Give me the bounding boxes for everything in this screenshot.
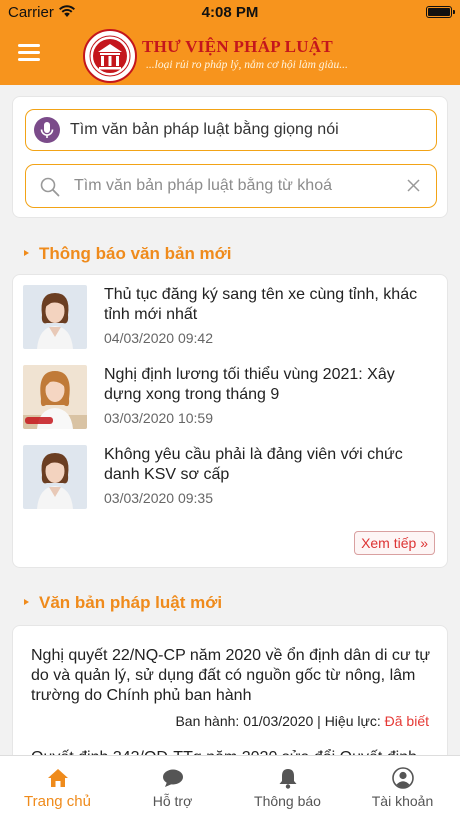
voice-search-label: Tìm văn bản pháp luật bằng giọng nói	[70, 121, 339, 138]
tab-home-label: Trang chủ	[24, 793, 91, 810]
document-title[interactable]: Nghị quyết 22/NQ-CP năm 2020 về ổn định …	[31, 646, 435, 706]
news-item-time: 04/03/2020 09:42	[104, 330, 213, 346]
microphone-icon	[34, 117, 60, 143]
tab-home[interactable]: Trang chủ	[0, 756, 115, 818]
tab-account[interactable]: Tài khoản	[345, 756, 460, 818]
home-icon	[48, 769, 68, 787]
keyword-search-box[interactable]	[25, 164, 437, 208]
search-card: Tìm văn bản pháp luật bằng giọng nói	[12, 96, 448, 218]
news-item-time: 03/03/2020 09:35	[104, 490, 213, 506]
documents-card: Nghị quyết 22/NQ-CP năm 2020 về ổn định …	[12, 625, 448, 775]
meta-separator: |	[313, 713, 325, 729]
news-thumbnail	[23, 285, 87, 349]
news-thumbnail	[23, 365, 87, 429]
battery-icon	[426, 6, 455, 18]
document-issued-date: Ban hành: 01/03/2020	[175, 713, 314, 729]
bottom-tab-bar: Trang chủ Hỗ trợ Thông báo Tài khoản	[0, 755, 460, 818]
brand-title: THƯ VIỆN PHÁP LUẬT	[142, 37, 334, 56]
bullet-triangle-icon	[24, 249, 29, 256]
clear-icon[interactable]	[407, 179, 420, 192]
bell-icon	[279, 769, 297, 789]
news-item[interactable]: Thủ tục đăng ký sang tên xe cùng tỉnh, k…	[13, 285, 449, 355]
status-time: 4:08 PM	[201, 4, 259, 21]
voice-search-button[interactable]: Tìm văn bản pháp luật bằng giọng nói	[25, 109, 437, 151]
tab-notifications-label: Thông báo	[254, 793, 321, 809]
news-section-title: Thông báo văn bản mới	[24, 244, 231, 264]
news-item-time: 03/03/2020 10:59	[104, 410, 213, 426]
brand-slogan: ...loại rủi ro pháp lý, nắm cơ hội làm g…	[146, 59, 348, 71]
news-item[interactable]: Không yêu cầu phải là đảng viên với chức…	[13, 445, 449, 515]
news-item-title: Thủ tục đăng ký sang tên xe cùng tỉnh, k…	[104, 286, 418, 323]
user-icon	[392, 767, 414, 789]
news-card: Thủ tục đăng ký sang tên xe cùng tỉnh, k…	[12, 274, 448, 568]
hamburger-menu-button[interactable]	[18, 42, 44, 64]
document-effect-status: Đã biết	[384, 713, 429, 729]
search-icon	[40, 177, 60, 197]
tab-support[interactable]: Hỗ trợ	[115, 756, 230, 818]
news-item-title: Nghị định lương tối thiểu vùng 2021: Xây…	[104, 366, 395, 403]
app-header: Carrier 4:08 PM THƯ VIỆN PHÁP LUẬT ...lo…	[0, 0, 460, 85]
bullet-triangle-icon	[24, 598, 29, 605]
document-effect-label: Hiệu lực:	[324, 713, 385, 729]
chat-bubble-icon	[163, 769, 183, 787]
view-more-button[interactable]: Xem tiếp »	[354, 531, 435, 555]
tab-support-label: Hỗ trợ	[152, 793, 193, 809]
library-seal-logo	[82, 28, 138, 84]
status-bar: Carrier 4:08 PM	[0, 0, 460, 26]
news-thumbnail	[23, 445, 87, 509]
document-meta: Ban hành: 01/03/2020 | Hiệu lực: Đã biết	[175, 713, 429, 729]
news-item-title: Không yêu cầu phải là đảng viên với chức…	[104, 446, 403, 483]
news-item[interactable]: Nghị định lương tối thiểu vùng 2021: Xây…	[13, 365, 449, 435]
tab-notifications[interactable]: Thông báo	[230, 756, 345, 818]
documents-section-title: Văn bản pháp luật mới	[24, 593, 222, 613]
keyword-search-input[interactable]	[74, 174, 394, 198]
tab-account-label: Tài khoản	[371, 793, 434, 809]
